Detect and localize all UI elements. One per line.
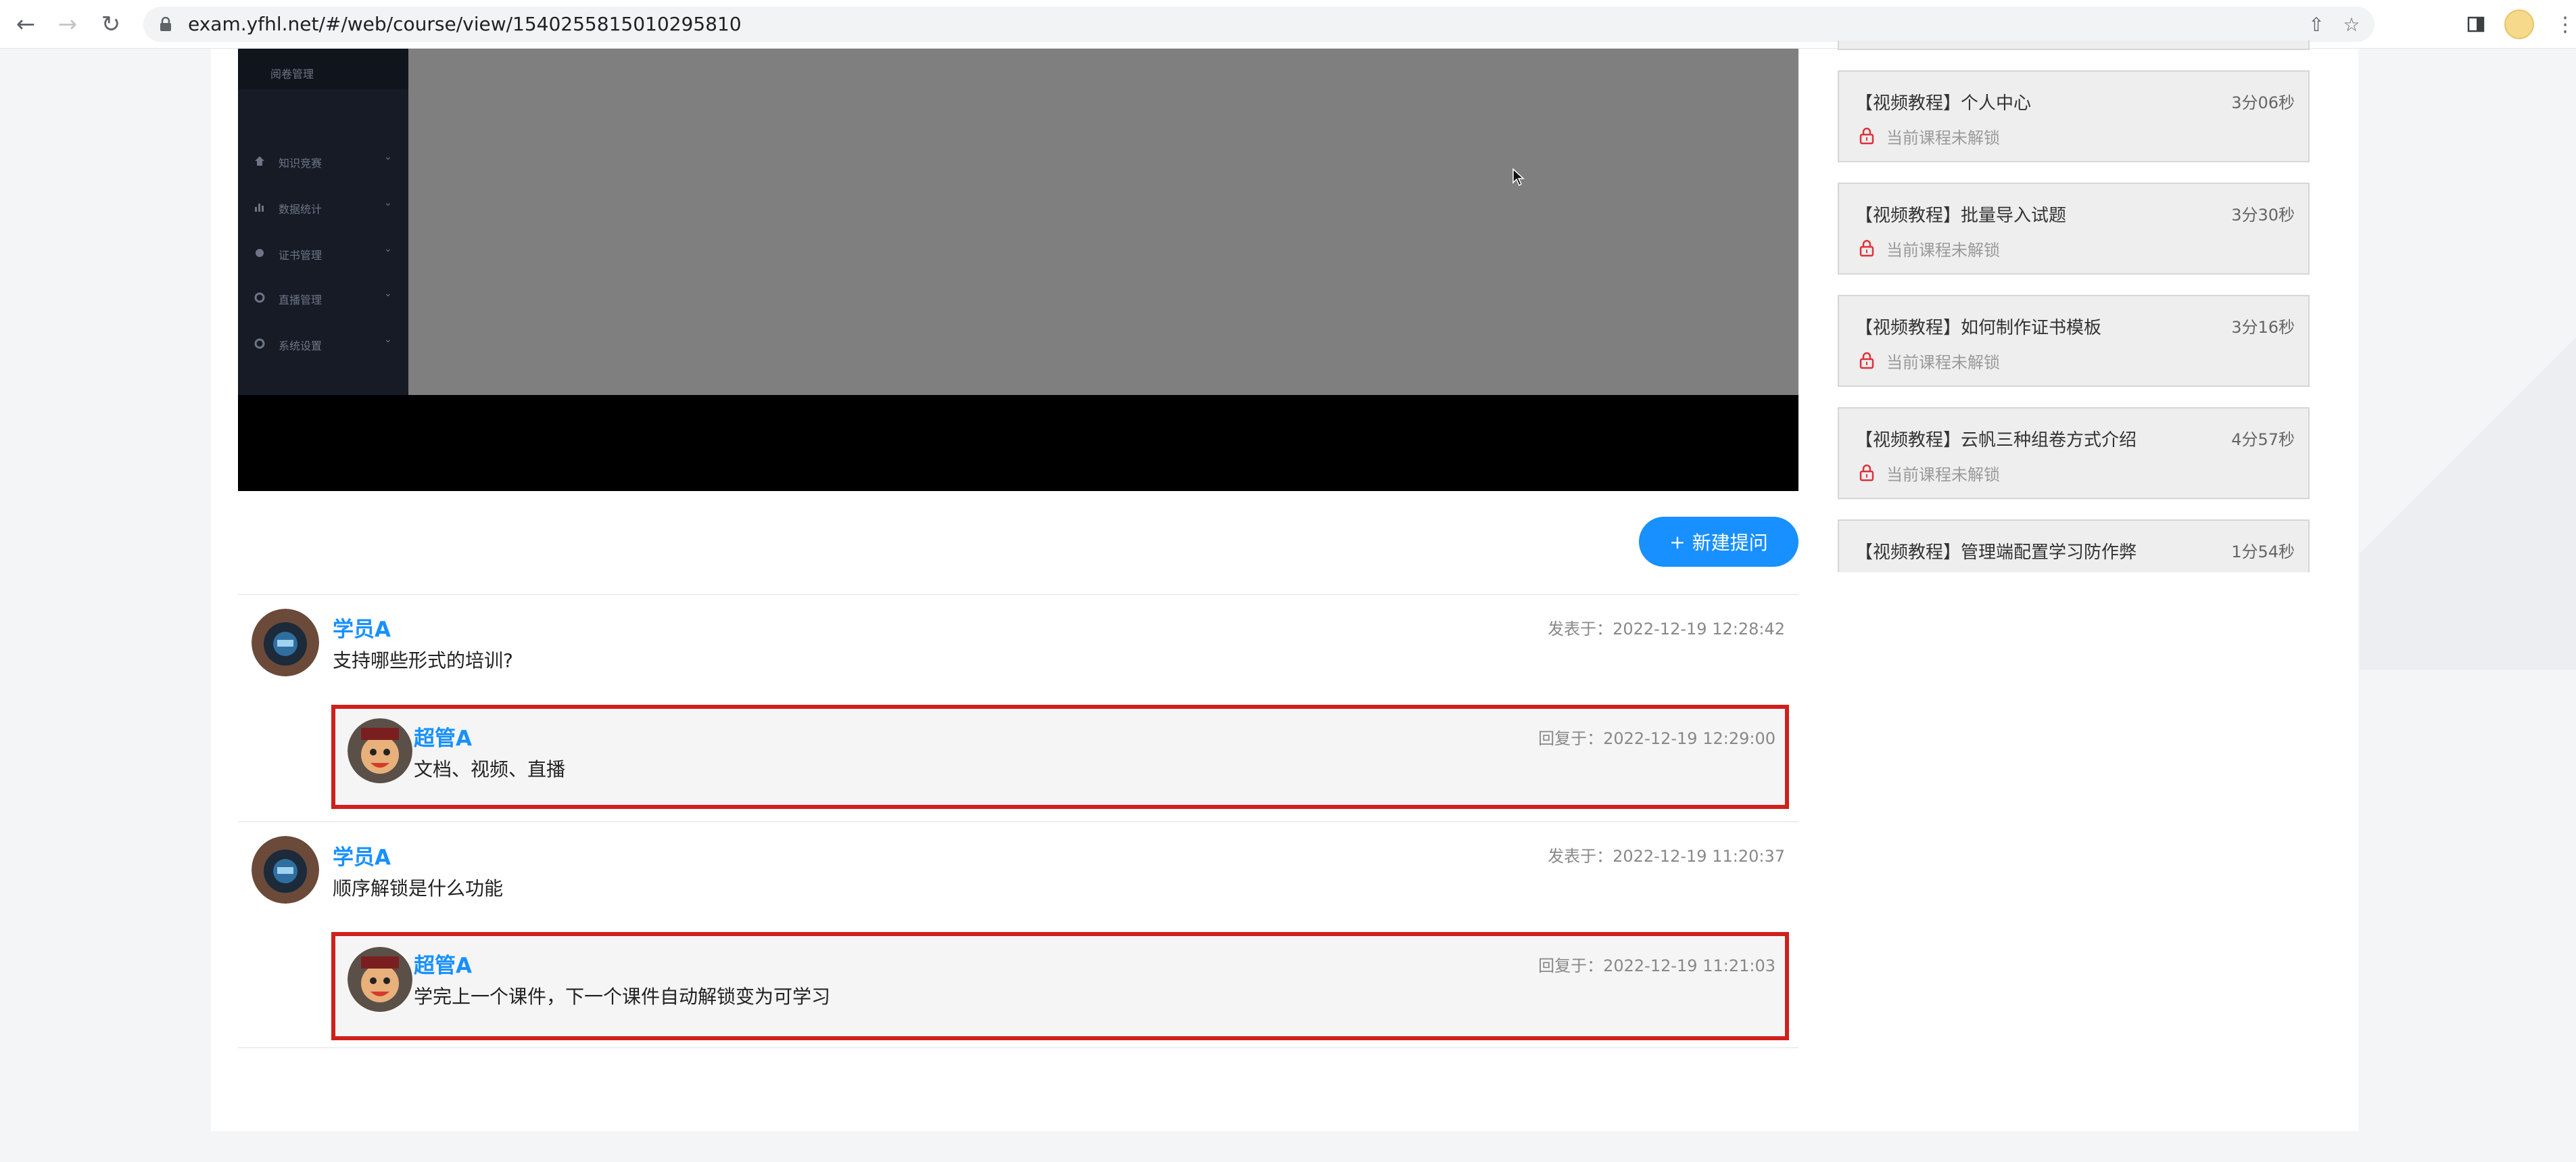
plus-icon: + [1669, 530, 1686, 553]
video-sidebar-header: 阅卷管理 [238, 49, 408, 89]
lesson-duration: 3分06秒 [2231, 93, 2295, 112]
divider [238, 821, 1798, 822]
profile-avatar[interactable] [2504, 9, 2534, 39]
lock-icon [1859, 127, 1874, 145]
back-arrow-icon[interactable]: ← [9, 8, 42, 41]
video-sidebar-item: 直播管理 ⌄ [238, 285, 408, 312]
reply-card: 超管A 学完上一个课件，下一个课件自动解锁变为可学习 回复于：2022-12-1… [331, 932, 1789, 1040]
video-frame: 阅卷管理 知识竞赛 ⌄ 数据统计 ⌄ 证书管理 ⌄ 直播管理 ⌄ 系统设置 ⌄ [238, 49, 1798, 395]
lesson-item-partial [1838, 41, 2310, 50]
forward-arrow-icon[interactable]: → [51, 8, 84, 41]
decorative-shape [2360, 331, 2576, 670]
address-bar[interactable]: exam.yfhl.net/#/web/course/view/15402558… [143, 7, 2375, 42]
lock-icon [1859, 464, 1874, 482]
video-sidebar-item: 数据统计 ⌄ [238, 195, 408, 222]
chevron-down-icon: ⌄ [384, 152, 392, 162]
lock-icon [1859, 239, 1874, 257]
chevron-down-icon: ⌄ [384, 334, 392, 345]
lesson-item[interactable]: 【视频教程】个人中心 3分06秒 当前课程未解锁 [1838, 70, 2310, 162]
lock-icon [160, 17, 171, 31]
url-text[interactable]: exam.yfhl.net/#/web/course/view/15402558… [188, 7, 742, 42]
question-text: 支持哪些形式的培训? [333, 649, 513, 672]
lesson-title: 【视频教程】个人中心 [1855, 93, 2032, 114]
reload-icon[interactable]: ↻ [95, 8, 127, 41]
lesson-status: 当前课程未解锁 [1886, 353, 2000, 372]
lesson-status: 当前课程未解锁 [1886, 241, 2000, 260]
question-time: 发表于：2022-12-19 12:28:42 [1548, 620, 1785, 638]
lesson-item[interactable]: 【视频教程】云帆三种组卷方式介绍 4分57秒 当前课程未解锁 [1838, 407, 2310, 499]
chevron-down-icon: ⌄ [384, 288, 392, 299]
lesson-duration: 3分30秒 [2231, 206, 2295, 225]
reply-time: 回复于：2022-12-19 11:21:03 [1538, 956, 1775, 975]
lesson-duration: 1分54秒 [2231, 542, 2295, 561]
lesson-duration: 3分16秒 [2231, 318, 2295, 337]
live-icon [254, 292, 265, 303]
reply-text: 学完上一个课件，下一个课件自动解锁变为可学习 [414, 985, 831, 1008]
lesson-item[interactable]: 【视频教程】如何制作证书模板 3分16秒 当前课程未解锁 [1838, 295, 2310, 387]
reply-time: 回复于：2022-12-19 12:29:00 [1538, 729, 1775, 748]
video-admin-sidebar: 阅卷管理 知识竞赛 ⌄ 数据统计 ⌄ 证书管理 ⌄ 直播管理 ⌄ 系统设置 ⌄ [238, 49, 408, 395]
video-player[interactable]: 阅卷管理 知识竞赛 ⌄ 数据统计 ⌄ 证书管理 ⌄ 直播管理 ⌄ 系统设置 ⌄ [238, 49, 1798, 491]
side-panel-icon[interactable] [2461, 9, 2491, 39]
lesson-item[interactable]: 【视频教程】管理端配置学习防作弊 1分54秒 [1838, 519, 2310, 572]
chevron-down-icon: ⌄ [384, 243, 392, 254]
question-author[interactable]: 学员A [333, 612, 391, 643]
question-text: 顺序解锁是什么功能 [333, 877, 504, 900]
lesson-status: 当前课程未解锁 [1886, 465, 2000, 484]
reply-text: 文档、视频、直播 [414, 758, 566, 781]
lesson-title: 【视频教程】如何制作证书模板 [1855, 318, 2102, 338]
lesson-status: 当前课程未解锁 [1886, 129, 2000, 147]
lesson-item[interactable]: 【视频教程】批量导入试题 3分30秒 当前课程未解锁 [1838, 183, 2310, 275]
mouse-cursor-icon [1512, 168, 1525, 187]
avatar [252, 836, 319, 904]
lesson-title: 【视频教程】批量导入试题 [1855, 206, 2067, 226]
video-sidebar-item: 系统设置 ⌄ [238, 331, 408, 358]
reply-author[interactable]: 超管A [414, 948, 472, 979]
share-icon[interactable]: ⇧ [2304, 12, 2329, 37]
avatar [252, 609, 319, 676]
bookmark-star-icon[interactable]: ☆ [2339, 12, 2364, 37]
video-sidebar-item: 知识竞赛 ⌄ [238, 149, 408, 176]
lock-icon [1859, 352, 1874, 369]
avatar [348, 947, 412, 1012]
new-question-button[interactable]: + 新建提问 [1639, 517, 1798, 567]
question-author[interactable]: 学员A [333, 840, 391, 870]
video-sidebar-item: 证书管理 ⌄ [238, 241, 408, 268]
divider [238, 594, 1798, 595]
avatar [348, 718, 412, 783]
reply-author[interactable]: 超管A [414, 721, 472, 751]
lesson-duration: 4分57秒 [2231, 430, 2295, 449]
chevron-down-icon: ⌄ [384, 197, 392, 208]
lesson-title: 【视频教程】管理端配置学习防作弊 [1855, 542, 2137, 563]
kebab-menu-icon[interactable]: ⋮ [2550, 9, 2576, 39]
divider [238, 1047, 1798, 1048]
question-time: 发表于：2022-12-19 11:20:37 [1548, 847, 1785, 866]
certificate-icon [256, 249, 264, 257]
lesson-title: 【视频教程】云帆三种组卷方式介绍 [1855, 430, 2137, 450]
home-icon [255, 156, 264, 166]
bar-chart-icon [255, 204, 264, 212]
gear-icon [254, 338, 265, 349]
reply-card: 超管A 文档、视频、直播 回复于：2022-12-19 12:29:00 [331, 705, 1789, 809]
